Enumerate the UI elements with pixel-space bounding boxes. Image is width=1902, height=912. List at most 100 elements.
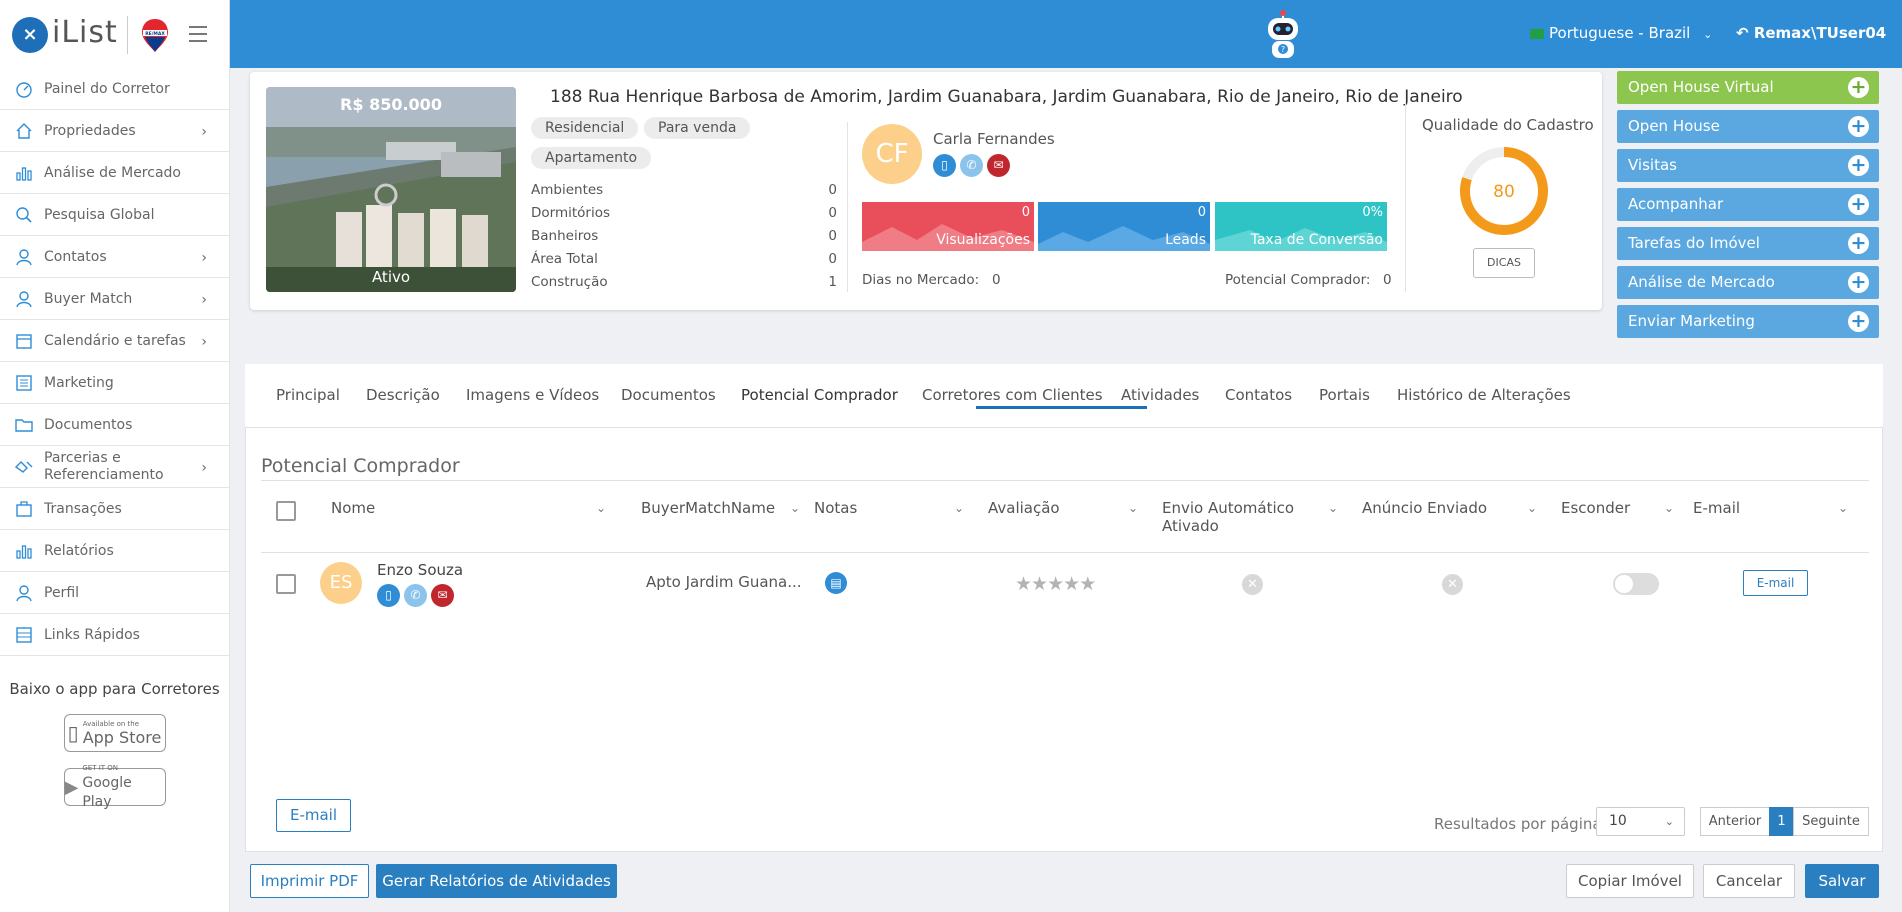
sidebar-item-parcerias[interactable]: Parcerias e Referenciamento › [0, 446, 229, 488]
sidebar-item-analise-mercado[interactable]: Análise de Mercado [0, 152, 229, 194]
chevron-down-icon[interactable]: ⌄ [596, 501, 606, 515]
language-selector[interactable]: Portuguese - Brazil ⌄ [1530, 24, 1712, 42]
auto-send-disabled-icon[interactable]: ✕ [1242, 574, 1263, 595]
star-icon[interactable]: ★ [1079, 573, 1096, 595]
tab-atividades[interactable]: Atividades [1121, 386, 1199, 404]
chevron-down-icon[interactable]: ⌄ [954, 501, 964, 515]
tab-potencial-comprador[interactable]: Potencial Comprador [741, 386, 898, 404]
robot-assistant-icon[interactable]: ? [1262, 10, 1304, 60]
sidebar-item-propriedades[interactable]: Propriedades › [0, 110, 229, 152]
tag-chip: Residencial [531, 117, 639, 139]
table-area [261, 440, 1869, 783]
tab-historico[interactable]: Histórico de Alterações [1397, 386, 1571, 404]
chevron-down-icon[interactable]: ⌄ [1527, 501, 1537, 515]
sidebar-item-label: Contatos [44, 248, 107, 265]
action-label: Open House [1628, 117, 1720, 135]
column-header-notas[interactable]: Notas [814, 499, 857, 517]
sidebar-item-calendario[interactable]: Calendário e tarefas › [0, 320, 229, 362]
phone-icon[interactable]: ✆ [960, 154, 983, 177]
print-pdf-button[interactable]: Imprimir PDF [250, 864, 369, 898]
mail-icon[interactable]: ✉ [431, 584, 454, 607]
activity-report-button[interactable]: Gerar Relatórios de Atividades [376, 864, 617, 898]
tarefas-imovel-button[interactable]: Tarefas do Imóvel + [1617, 227, 1879, 260]
pagination-next[interactable]: Seguinte [1793, 807, 1869, 836]
tab-contatos[interactable]: Contatos [1225, 386, 1292, 404]
copy-property-button[interactable]: Copiar Imóvel [1566, 864, 1694, 898]
active-tab-indicator [976, 406, 1147, 409]
tab-descricao[interactable]: Descrição [366, 386, 440, 404]
tab-principal[interactable]: Principal [276, 386, 340, 404]
chevron-down-icon[interactable]: ⌄ [1128, 501, 1138, 515]
column-header-email[interactable]: E-mail [1693, 499, 1740, 517]
mobile-icon[interactable]: ▯ [933, 154, 956, 177]
sidebar-item-transacoes[interactable]: Transações [0, 488, 229, 530]
mail-icon[interactable]: ✉ [987, 154, 1010, 177]
app-store-badge[interactable]: ▯ Available on the App Store [63, 714, 166, 752]
star-icon[interactable]: ★ [1031, 573, 1048, 595]
sidebar-item-relatorios[interactable]: Relatórios [0, 530, 229, 572]
visitas-button[interactable]: Visitas + [1617, 149, 1879, 182]
ad-sent-disabled-icon[interactable]: ✕ [1442, 574, 1463, 595]
phone-icon[interactable]: ✆ [404, 584, 427, 607]
mobile-icon[interactable]: ▯ [377, 584, 400, 607]
column-header-anuncio-enviado[interactable]: Anúncio Enviado [1362, 499, 1487, 517]
row-checkbox[interactable] [276, 574, 296, 594]
sidebar-item-buyer-match[interactable]: Buyer Match › [0, 278, 229, 320]
tab-imagens-videos[interactable]: Imagens e Vídeos [466, 386, 599, 404]
sidebar-item-marketing[interactable]: Marketing [0, 362, 229, 404]
menu-toggle-icon[interactable] [189, 26, 207, 47]
spec-value: 0 [828, 205, 837, 221]
pagination-page-1[interactable]: 1 [1769, 807, 1794, 836]
chevron-down-icon[interactable]: ⌄ [1664, 501, 1674, 515]
agent-name: Carla Fernandes [933, 130, 1055, 148]
save-button[interactable]: Salvar [1805, 864, 1879, 898]
days-on-market-label: Dias no Mercado: [862, 272, 980, 288]
column-header-esconder[interactable]: Esconder [1561, 499, 1630, 517]
column-header-buyermatchname[interactable]: BuyerMatchName [641, 499, 775, 517]
chevron-down-icon[interactable]: ⌄ [1328, 501, 1338, 515]
google-play-badge[interactable]: ▶ GET IT ON Google Play [63, 764, 166, 810]
app-store-label: App Store [82, 727, 162, 747]
star-icon[interactable]: ★ [1047, 573, 1064, 595]
acompanhar-button[interactable]: Acompanhar + [1617, 188, 1879, 221]
star-icon[interactable]: ★ [1015, 573, 1032, 595]
rating-stars[interactable]: ★★★★★ [1015, 573, 1096, 595]
potential-buyer-value: 0 [1383, 272, 1392, 288]
hide-toggle[interactable] [1613, 573, 1659, 595]
action-label: Análise de Mercado [1628, 273, 1775, 291]
sidebar-item-contatos[interactable]: Contatos › [0, 236, 229, 278]
chevron-down-icon[interactable]: ⌄ [790, 501, 800, 515]
tab-corretores-clientes[interactable]: Corretores com Clientes [922, 386, 1103, 404]
analise-mercado-button[interactable]: Análise de Mercado + [1617, 266, 1879, 299]
user-name: Remax\TUser04 [1753, 24, 1887, 42]
user-menu[interactable]: ↶ Remax\TUser04 [1736, 24, 1886, 42]
column-header-nome[interactable]: Nome [331, 499, 375, 517]
per-page-select[interactable]: 10 ⌄ [1596, 807, 1685, 836]
svg-text:RE/MAX: RE/MAX [145, 31, 165, 37]
tab-portais[interactable]: Portais [1319, 386, 1370, 404]
sidebar-item-painel[interactable]: Painel do Corretor [0, 68, 229, 110]
column-header-avaliacao[interactable]: Avaliação [988, 499, 1060, 517]
star-icon[interactable]: ★ [1063, 573, 1080, 595]
column-header-envio-automatico[interactable]: Envio Automático Ativado [1162, 499, 1312, 535]
buyer-name[interactable]: Enzo Souza [377, 561, 463, 579]
cancel-button[interactable]: Cancelar [1703, 864, 1795, 898]
sidebar-item-pesquisa-global[interactable]: Pesquisa Global [0, 194, 229, 236]
tab-documentos[interactable]: Documentos [621, 386, 716, 404]
sidebar-item-documentos[interactable]: Documentos [0, 404, 229, 446]
open-house-button[interactable]: Open House + [1617, 110, 1879, 143]
select-all-checkbox[interactable] [276, 501, 296, 521]
chevron-down-icon[interactable]: ⌄ [1838, 501, 1848, 515]
calendar-icon [16, 333, 32, 349]
row-email-button[interactable]: E-mail [1743, 570, 1808, 596]
notes-icon[interactable]: ▤ [825, 572, 847, 594]
per-page-value: 10 [1609, 813, 1627, 829]
property-photo[interactable]: R$ 850.000 Ativo [266, 87, 516, 292]
enviar-marketing-button[interactable]: Enviar Marketing + [1617, 305, 1879, 338]
email-button[interactable]: E-mail [276, 799, 351, 832]
dicas-button[interactable]: DICAS [1473, 248, 1535, 278]
sidebar-item-perfil[interactable]: Perfil [0, 572, 229, 614]
open-house-virtual-button[interactable]: Open House Virtual + [1617, 71, 1879, 104]
sidebar-item-links-rapidos[interactable]: Links Rápidos [0, 614, 229, 656]
pagination-previous[interactable]: Anterior [1700, 807, 1770, 836]
